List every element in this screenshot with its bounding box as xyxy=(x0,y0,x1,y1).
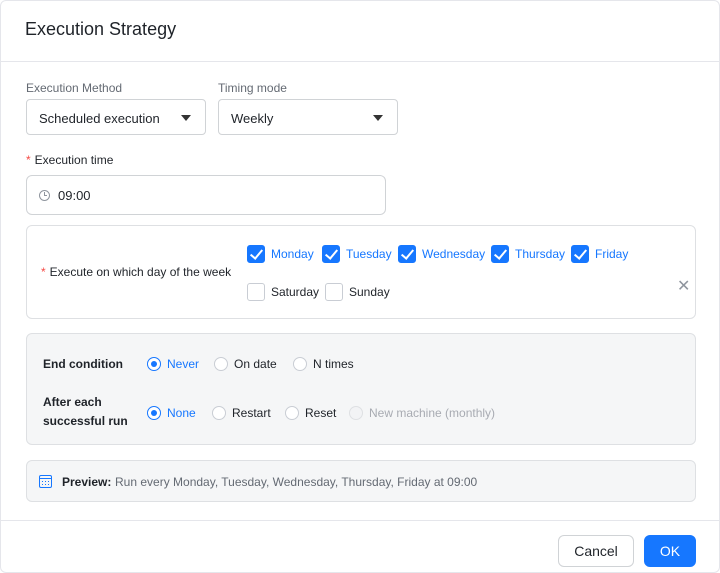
day-label-friday: Friday xyxy=(595,247,629,261)
clock-icon xyxy=(39,190,50,201)
checkbox-checked-icon xyxy=(398,245,416,263)
radio-unselected-icon xyxy=(285,406,299,420)
cancel-button[interactable]: Cancel xyxy=(558,535,634,567)
end-condition-n-times-label: N times xyxy=(313,357,354,371)
radio-unselected-icon xyxy=(214,357,228,371)
timing-mode-select[interactable]: Weekly xyxy=(218,99,398,135)
close-icon[interactable]: ✕ xyxy=(677,279,690,295)
day-label-monday: Monday xyxy=(271,247,314,261)
checkbox-checked-icon xyxy=(491,245,509,263)
preview-label: Preview: xyxy=(62,475,112,489)
day-label-thursday: Thursday xyxy=(515,247,566,261)
caret-down-icon xyxy=(181,115,191,121)
execution-time-input[interactable]: 09:00 xyxy=(26,175,386,215)
after-run-none-radio[interactable]: None xyxy=(147,406,196,420)
day-checkbox-thursday[interactable]: Thursday xyxy=(491,245,565,263)
after-run-new-machine-radio[interactable]: New machine (monthly) xyxy=(349,406,495,420)
execution-time-label-text: Execution time xyxy=(34,153,114,167)
day-checkbox-wednesday[interactable]: Wednesday xyxy=(398,245,485,263)
after-run-reset-label: Reset xyxy=(305,406,337,420)
dialog-title: Execution Strategy xyxy=(25,19,177,39)
after-run-new-machine-label: New machine (monthly) xyxy=(369,406,496,420)
required-mark: * xyxy=(41,265,46,279)
after-run-none-label: None xyxy=(167,406,196,420)
execution-method-value: Scheduled execution xyxy=(39,111,160,126)
ok-button[interactable]: OK xyxy=(644,535,696,567)
footer-divider xyxy=(1,520,719,521)
end-condition-n-times-radio[interactable]: N times xyxy=(293,357,354,371)
calendar-icon xyxy=(39,475,52,488)
radio-unselected-icon xyxy=(212,406,226,420)
timing-mode-value: Weekly xyxy=(231,111,274,126)
checkbox-checked-icon xyxy=(571,245,589,263)
radio-selected-icon xyxy=(147,406,161,420)
end-condition-on-date-radio[interactable]: On date xyxy=(214,357,277,371)
day-label-tuesday: Tuesday xyxy=(346,247,392,261)
radio-unselected-icon xyxy=(293,357,307,371)
preview-panel: Preview: Run every Monday, Tuesday, Wedn… xyxy=(26,460,696,502)
checkbox-unchecked-icon xyxy=(247,283,265,301)
radio-disabled-icon xyxy=(349,406,363,420)
after-run-reset-radio[interactable]: Reset xyxy=(285,406,336,420)
execution-method-label: Execution Method xyxy=(26,81,123,95)
execution-time-label: * Execution time xyxy=(26,153,113,167)
timing-mode-label: Timing mode xyxy=(218,81,287,95)
caret-down-icon xyxy=(373,115,383,121)
end-condition-on-date-label: On date xyxy=(234,357,277,371)
day-label-saturday: Saturday xyxy=(271,285,320,299)
day-label-sunday: Sunday xyxy=(349,285,390,299)
day-checkbox-sunday[interactable]: Sunday xyxy=(325,283,390,301)
end-condition-label: End condition xyxy=(43,357,123,371)
required-mark: * xyxy=(26,153,31,167)
end-condition-panel: End condition Never On date N times Afte… xyxy=(26,333,696,445)
end-condition-never-radio[interactable]: Never xyxy=(147,357,199,371)
execution-method-select[interactable]: Scheduled execution xyxy=(26,99,206,135)
after-run-label: After each successful run xyxy=(43,393,128,431)
dialog-header: Execution Strategy xyxy=(1,1,719,62)
checkbox-unchecked-icon xyxy=(325,283,343,301)
checkbox-checked-icon xyxy=(247,245,265,263)
after-run-label-line2: successful run xyxy=(43,414,128,428)
day-checkbox-monday[interactable]: Monday xyxy=(247,245,314,263)
days-of-week-label-text: Execute on which day of the week xyxy=(49,265,232,279)
day-label-wednesday: Wednesday xyxy=(422,247,486,261)
preview-text: Run every Monday, Tuesday, Wednesday, Th… xyxy=(115,475,478,489)
execution-strategy-dialog: Execution Strategy Execution Method Sche… xyxy=(0,0,720,573)
end-condition-never-label: Never xyxy=(167,357,200,371)
days-of-week-label: * Execute on which day of the week xyxy=(41,265,231,279)
execution-time-value: 09:00 xyxy=(58,188,91,203)
day-checkbox-tuesday[interactable]: Tuesday xyxy=(322,245,392,263)
checkbox-checked-icon xyxy=(322,245,340,263)
radio-selected-icon xyxy=(147,357,161,371)
after-run-restart-label: Restart xyxy=(232,406,271,420)
after-run-restart-radio[interactable]: Restart xyxy=(212,406,271,420)
after-run-label-line1: After each xyxy=(43,395,102,409)
day-checkbox-friday[interactable]: Friday xyxy=(571,245,628,263)
days-of-week-panel: * Execute on which day of the week Monday… xyxy=(26,225,696,319)
day-checkbox-saturday[interactable]: Saturday xyxy=(247,283,319,301)
